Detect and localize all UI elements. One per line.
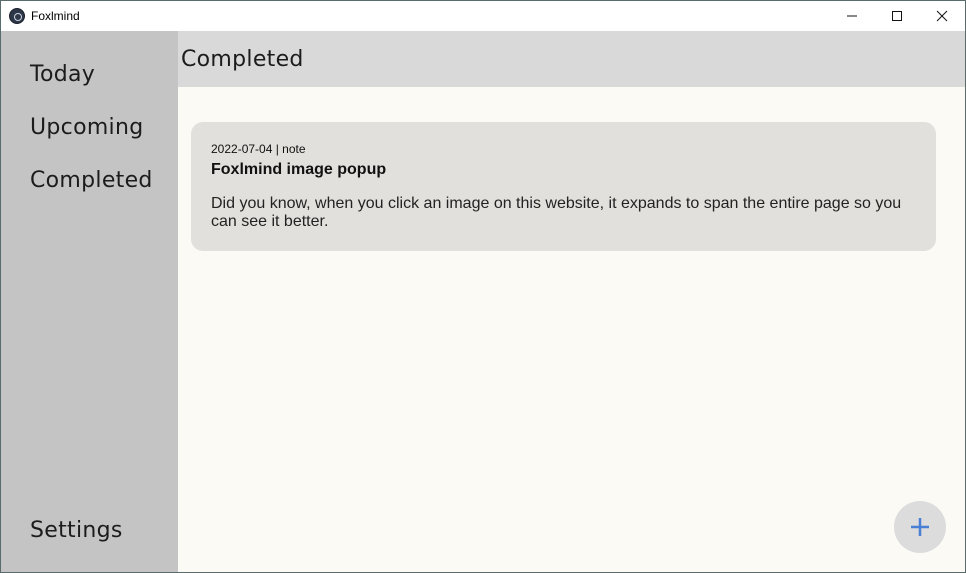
note-meta: 2022-07-04 | note [211,142,306,156]
page-header: Completed [178,31,965,87]
maximize-button[interactable] [874,1,920,31]
sidebar-item-settings[interactable]: Settings [30,518,123,543]
app-window: Foxlmind Today Upcoming Completed Settin… [0,0,966,573]
sidebar: Today Upcoming Completed Settings [1,31,178,572]
add-note-button[interactable] [894,501,946,553]
plus-icon [911,518,929,536]
minimize-button[interactable] [829,1,875,31]
note-card[interactable]: 2022-07-04 | note Foxlmind image popup D… [191,122,936,251]
window-title: Foxlmind [31,9,80,23]
maximize-icon [892,11,902,21]
app-logo-icon [9,8,25,24]
minimize-icon [847,15,857,17]
notes-list: 2022-07-04 | note Foxlmind image popup D… [178,87,965,572]
note-body: Did you know, when you click an image on… [211,195,902,230]
title-bar[interactable]: Foxlmind [1,1,965,31]
close-button[interactable] [919,1,965,31]
sidebar-item-today[interactable]: Today [30,62,95,87]
sidebar-item-completed[interactable]: Completed [30,168,153,193]
page-title: Completed [181,47,304,72]
sidebar-item-upcoming[interactable]: Upcoming [30,115,143,140]
note-title: Foxlmind image popup [211,161,387,178]
close-icon [936,10,948,22]
